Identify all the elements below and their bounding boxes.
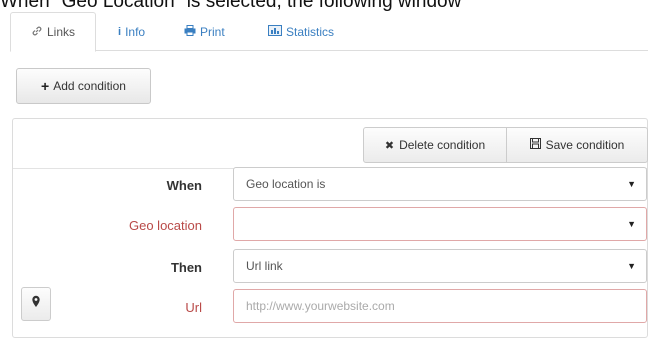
tab-info[interactable]: i Info (110, 12, 153, 52)
when-value: Geo location is (246, 177, 326, 191)
when-label: When (166, 177, 202, 193)
close-icon: ✖ (384, 139, 395, 152)
tab-label: Print (200, 25, 225, 39)
url-label: Url (185, 299, 202, 315)
caret-down-icon: ▼ (627, 219, 636, 229)
tab-label: Links (46, 25, 75, 39)
plus-icon: + (41, 78, 50, 94)
tab-label: Info (125, 25, 146, 39)
link-icon (31, 25, 43, 40)
then-select[interactable]: Url link ▼ (233, 249, 647, 283)
geo-location-row: Geo location ▼ (13, 207, 647, 243)
delete-condition-label: Delete condition (399, 138, 486, 152)
tab-bar: Links i Info Print Statistics (10, 12, 648, 52)
tab-label: Statistics (286, 25, 335, 39)
map-marker-icon (31, 295, 41, 313)
geo-location-label: Geo location (129, 217, 202, 233)
print-icon (184, 25, 196, 39)
add-condition-button[interactable]: + Add condition (16, 68, 151, 104)
save-icon (529, 138, 541, 152)
geo-location-select[interactable]: ▼ (233, 207, 647, 241)
condition-panel: ✖ Delete condition Save condition When G… (12, 118, 648, 338)
save-condition-label: Save condition (545, 138, 625, 152)
info-icon: i (118, 26, 122, 38)
chart-icon (268, 25, 282, 39)
when-select[interactable]: Geo location is ▼ (233, 167, 647, 201)
then-label: Then (170, 259, 202, 275)
caret-down-icon: ▼ (627, 261, 636, 271)
map-marker-button[interactable] (21, 287, 51, 321)
url-placeholder: http://www.yourwebsite.com (246, 299, 395, 313)
tab-print[interactable]: Print (176, 12, 233, 52)
then-value: Url link (246, 259, 283, 273)
save-condition-button[interactable]: Save condition (506, 127, 648, 163)
caption-text: When "Geo Location" is selected, the fol… (0, 0, 462, 12)
tab-links[interactable]: Links (10, 12, 96, 52)
then-row: Then Url link ▼ (13, 249, 647, 285)
url-row: Url http://www.yourwebsite.com (13, 289, 647, 325)
url-input[interactable]: http://www.yourwebsite.com (233, 289, 647, 323)
delete-condition-button[interactable]: ✖ Delete condition (363, 127, 507, 163)
add-condition-label: Add condition (53, 79, 126, 93)
when-row: When Geo location is ▼ (13, 167, 647, 203)
caret-down-icon: ▼ (627, 179, 636, 189)
tab-statistics[interactable]: Statistics (260, 12, 342, 52)
panel-toolbar: ✖ Delete condition Save condition (13, 119, 648, 169)
